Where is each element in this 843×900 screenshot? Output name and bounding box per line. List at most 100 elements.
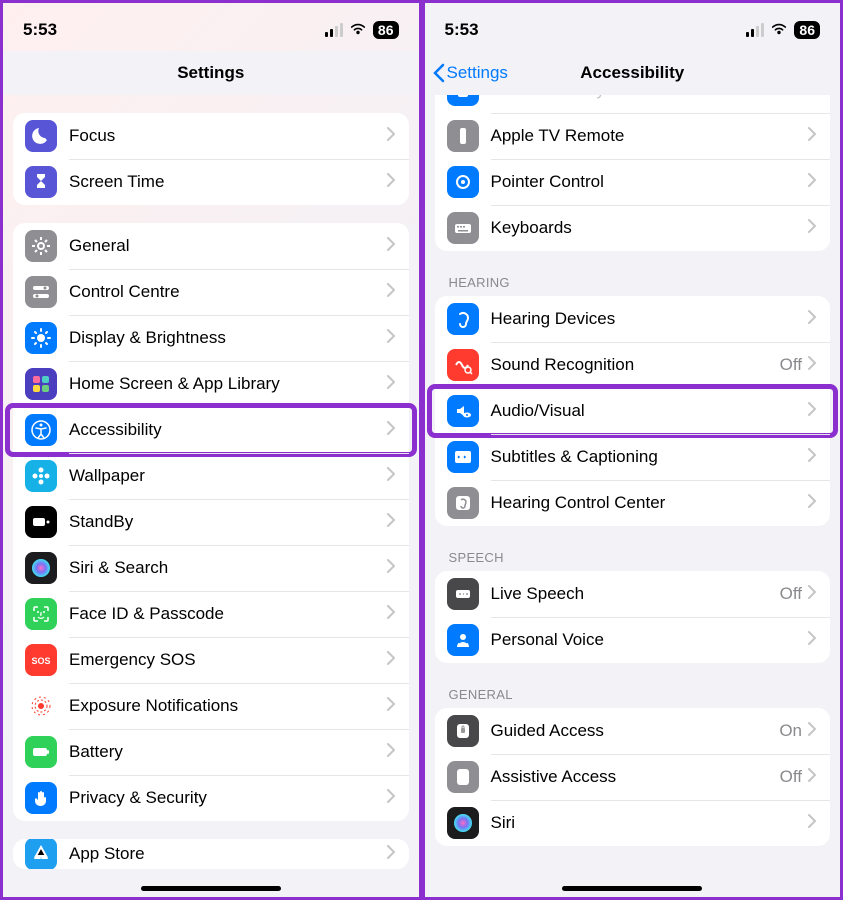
remote-icon [447, 120, 479, 152]
settings-row-control-nearby-devices[interactable]: Control Nearby Devices [435, 95, 831, 113]
chevron-right-icon [808, 219, 816, 238]
accessibility-screen: 5:53 86 Settings Accessibility Control N… [422, 0, 843, 900]
standby-icon [25, 506, 57, 538]
settings-row-live-speech[interactable]: Live SpeechOff [435, 571, 831, 617]
row-label: Home Screen & App Library [69, 374, 387, 394]
row-label: StandBy [69, 512, 387, 532]
chevron-right-icon [808, 494, 816, 513]
chevron-right-icon [808, 356, 816, 375]
settings-row-personal-voice[interactable]: Personal Voice [435, 617, 831, 663]
row-label: Apple TV Remote [491, 126, 809, 146]
chevron-right-icon [808, 173, 816, 192]
settings-row-pointer-control[interactable]: Pointer Control [435, 159, 831, 205]
chevron-right-icon [387, 513, 395, 532]
captions-icon [447, 441, 479, 473]
hearing-ctrl-icon [447, 487, 479, 519]
settings-row-siri[interactable]: Siri [435, 800, 831, 846]
flower-icon [25, 460, 57, 492]
settings-group: Guided AccessOnAssistive AccessOffSiri [435, 708, 831, 846]
home-indicator[interactable] [562, 886, 702, 891]
nav-bar: Settings [3, 51, 419, 95]
chevron-right-icon [387, 845, 395, 864]
settings-group: Live SpeechOffPersonal Voice [435, 571, 831, 663]
hand-icon [25, 782, 57, 814]
row-label: Hearing Control Center [491, 493, 809, 513]
settings-row-hearing-devices[interactable]: Hearing Devices [435, 296, 831, 342]
chevron-right-icon [808, 402, 816, 421]
settings-row-standby[interactable]: StandBy [13, 499, 409, 545]
settings-row-hearing-control-center[interactable]: Hearing Control Center [435, 480, 831, 526]
row-label: Control Centre [69, 282, 387, 302]
settings-row-guided-access[interactable]: Guided AccessOn [435, 708, 831, 754]
settings-row-emergency-sos[interactable]: Emergency SOS [13, 637, 409, 683]
siri-icon [447, 807, 479, 839]
settings-row-audio-visual[interactable]: Audio/Visual [435, 388, 831, 434]
settings-row-accessibility[interactable]: Accessibility [13, 407, 409, 453]
settings-row-face-id-passcode[interactable]: Face ID & Passcode [13, 591, 409, 637]
settings-row-keyboards[interactable]: Keyboards [435, 205, 831, 251]
settings-row-privacy-security[interactable]: Privacy & Security [13, 775, 409, 821]
settings-row-control-centre[interactable]: Control Centre [13, 269, 409, 315]
switches-icon [25, 276, 57, 308]
nav-bar: Settings Accessibility [425, 51, 841, 95]
row-label: Hearing Devices [491, 309, 809, 329]
sun-icon [25, 322, 57, 354]
back-label: Settings [447, 63, 508, 83]
home-indicator[interactable] [141, 886, 281, 891]
control-nearby-icon [447, 95, 479, 106]
gear-icon [25, 230, 57, 262]
cellular-icon [325, 23, 343, 37]
chevron-right-icon [387, 173, 395, 192]
row-label: Guided Access [491, 721, 780, 741]
exposure-icon [25, 690, 57, 722]
cellular-icon [746, 23, 764, 37]
chevron-right-icon [387, 375, 395, 394]
settings-row-focus[interactable]: Focus [13, 113, 409, 159]
settings-row-subtitles-captioning[interactable]: Subtitles & Captioning [435, 434, 831, 480]
row-label: Pointer Control [491, 172, 809, 192]
row-label: Display & Brightness [69, 328, 387, 348]
battery-level: 86 [794, 21, 820, 39]
settings-group: FocusScreen Time [13, 113, 409, 205]
chevron-right-icon [387, 467, 395, 486]
live-speech-icon [447, 578, 479, 610]
settings-row-home-screen-app-library[interactable]: Home Screen & App Library [13, 361, 409, 407]
settings-row-siri-search[interactable]: Siri & Search [13, 545, 409, 591]
keyboard-icon [447, 212, 479, 244]
row-label: Exposure Notifications [69, 696, 387, 716]
settings-row-apple-tv-remote[interactable]: Apple TV Remote [435, 113, 831, 159]
row-label: Sound Recognition [491, 355, 780, 375]
row-label: Accessibility [69, 420, 387, 440]
status-time: 5:53 [23, 20, 57, 40]
settings-row-sound-recognition[interactable]: Sound RecognitionOff [435, 342, 831, 388]
settings-row-assistive-access[interactable]: Assistive AccessOff [435, 754, 831, 800]
settings-row-exposure-notifications[interactable]: Exposure Notifications [13, 683, 409, 729]
chevron-right-icon [387, 237, 395, 256]
row-label: General [69, 236, 387, 256]
row-label: Wallpaper [69, 466, 387, 486]
section-header-general: General [425, 663, 841, 708]
page-title: Settings [177, 63, 244, 83]
row-value: On [779, 721, 802, 741]
row-label: Keyboards [491, 218, 809, 238]
audio-visual-icon [447, 395, 479, 427]
settings-row-general[interactable]: General [13, 223, 409, 269]
appstore-icon [25, 839, 57, 869]
moon-icon [25, 120, 57, 152]
row-label: Battery [69, 742, 387, 762]
chevron-right-icon [387, 605, 395, 624]
settings-row-screen-time[interactable]: Screen Time [13, 159, 409, 205]
apps-icon [25, 368, 57, 400]
settings-row-wallpaper[interactable]: Wallpaper [13, 453, 409, 499]
chevron-right-icon [387, 421, 395, 440]
status-time: 5:53 [445, 20, 479, 40]
row-value: Off [780, 584, 802, 604]
back-button[interactable]: Settings [433, 63, 508, 83]
row-label: Subtitles & Captioning [491, 447, 809, 467]
settings-row-battery[interactable]: Battery [13, 729, 409, 775]
settings-row-display-brightness[interactable]: Display & Brightness [13, 315, 409, 361]
settings-group: General Control Centre Display & Brightnes… [13, 223, 409, 821]
chevron-right-icon [387, 697, 395, 716]
status-bar: 5:53 86 [425, 3, 841, 51]
settings-row-app-store[interactable]: App Store [13, 839, 409, 869]
